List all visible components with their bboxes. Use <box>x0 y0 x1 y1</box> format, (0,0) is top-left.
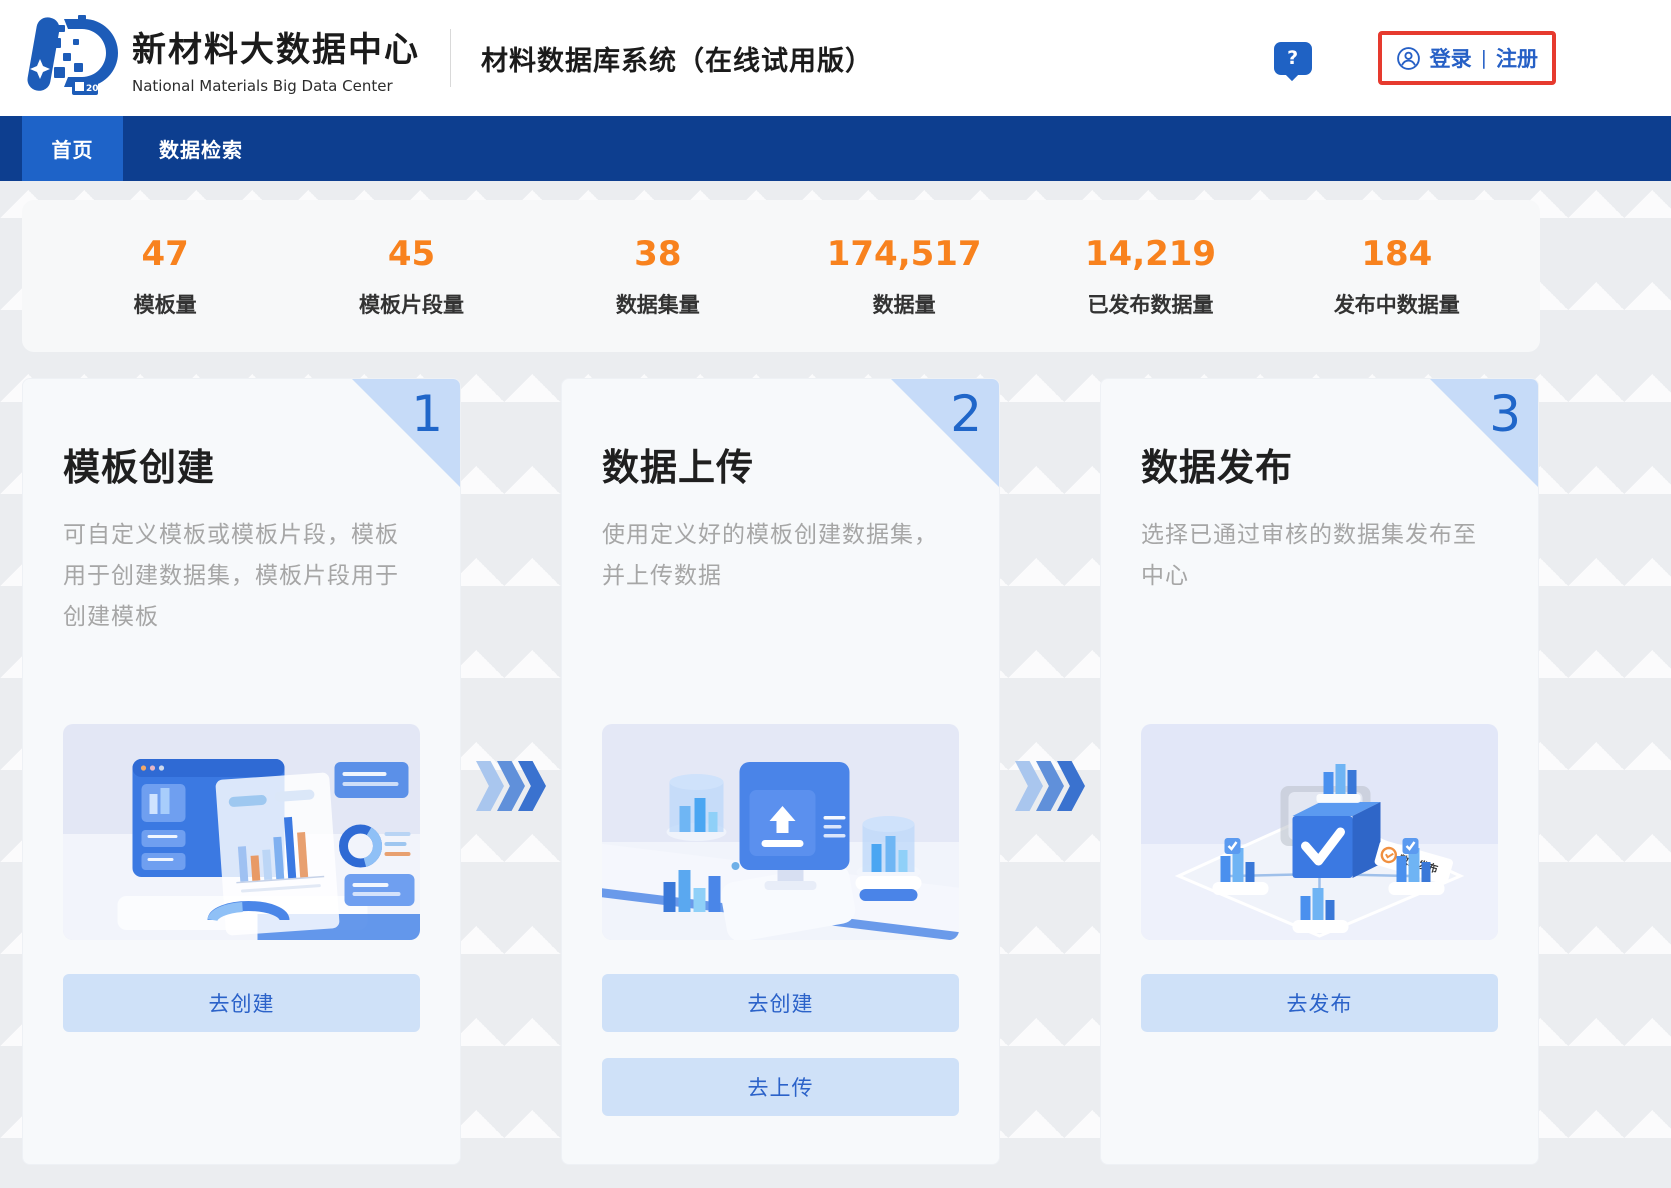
stat-value: 14,219 <box>1085 234 1216 274</box>
stat-label: 发布中数据量 <box>1334 289 1460 319</box>
nav-tab-data-search[interactable]: 数据检索 <box>123 116 279 181</box>
stat-label: 数据量 <box>873 289 936 319</box>
card-description: 使用定义好的模板创建数据集，并上传数据 <box>602 515 959 597</box>
step-corner-badge <box>891 379 999 487</box>
stat-label: 模板量 <box>134 289 197 319</box>
stat-label: 模板片段量 <box>359 289 464 319</box>
nav-tab-home[interactable]: 首页 <box>22 116 123 181</box>
stat-label: 已发布数据量 <box>1087 289 1213 319</box>
help-button[interactable]: ? <box>1274 42 1312 75</box>
chevron-right-icon <box>476 761 546 811</box>
data-publish-illustration: 数据发布 <box>1141 724 1498 940</box>
stat-publishing-count: 184 发布中数据量 <box>1274 200 1520 352</box>
header-divider <box>450 29 451 87</box>
app-header: 2024 新材料大数据中心 National Materials Big Dat… <box>0 0 1671 116</box>
chevron-right-icon <box>1015 761 1085 811</box>
stat-value: 45 <box>388 234 435 274</box>
logo-year: 2024 <box>86 84 111 94</box>
card-data-publish: 3 数据发布 选择已通过审核的数据集发布至中心 <box>1100 378 1539 1165</box>
question-mark-icon: ? <box>1287 47 1298 69</box>
login-link[interactable]: 登录 <box>1430 43 1472 73</box>
brand-block: 新材料大数据中心 National Materials Big Data Cen… <box>132 22 420 95</box>
stat-dataset-count: 38 数据集量 <box>535 200 781 352</box>
stat-value: 38 <box>634 234 681 274</box>
stat-template-fragment-count: 45 模板片段量 <box>288 200 534 352</box>
register-link[interactable]: 注册 <box>1496 43 1538 73</box>
main-nav: 首页 数据检索 <box>0 116 1671 181</box>
brand-title: 新材料大数据中心 <box>132 22 420 71</box>
stat-value: 184 <box>1361 234 1432 274</box>
step-number: 1 <box>411 385 443 443</box>
card-data-upload: 2 数据上传 使用定义好的模板创建数据集，并上传数据 <box>561 378 1000 1165</box>
login-register-highlight: 登录 | 注册 <box>1378 31 1556 85</box>
stat-template-count: 47 模板量 <box>42 200 288 352</box>
step-corner-badge <box>352 379 460 487</box>
stats-panel: 47 模板量 45 模板片段量 38 数据集量 174,517 数据量 14,2… <box>22 200 1540 352</box>
system-title: 材料数据库系统（在线试用版） <box>481 39 873 78</box>
stat-value: 47 <box>142 234 189 274</box>
step-number: 2 <box>950 385 982 443</box>
go-create-button[interactable]: 去创建 <box>63 974 420 1032</box>
stat-data-count: 174,517 数据量 <box>781 200 1027 352</box>
go-upload-button[interactable]: 去上传 <box>602 1058 959 1116</box>
card-description: 可自定义模板或模板片段，模板用于创建数据集，模板片段用于创建模板 <box>63 515 420 638</box>
stat-value: 174,517 <box>827 234 982 274</box>
step-corner-badge <box>1430 379 1538 487</box>
go-publish-button[interactable]: 去发布 <box>1141 974 1498 1032</box>
brand-subtitle: National Materials Big Data Center <box>132 77 420 95</box>
flow-arrow-2 <box>1000 378 1100 1165</box>
template-create-illustration <box>63 724 420 940</box>
card-description: 选择已通过审核的数据集发布至中心 <box>1141 515 1498 597</box>
card-template-create: 1 模板创建 可自定义模板或模板片段，模板用于创建数据集，模板片段用于创建模板 <box>22 378 461 1165</box>
data-upload-illustration <box>602 724 959 940</box>
flow-arrow-1 <box>461 378 561 1165</box>
stat-label: 数据集量 <box>616 289 700 319</box>
stat-published-count: 14,219 已发布数据量 <box>1027 200 1273 352</box>
brand-logo-icon: 2024 <box>18 11 122 105</box>
login-register-divider: | <box>1481 47 1487 69</box>
step-number: 3 <box>1489 385 1521 443</box>
user-icon <box>1396 46 1421 71</box>
go-create-button[interactable]: 去创建 <box>602 974 959 1032</box>
